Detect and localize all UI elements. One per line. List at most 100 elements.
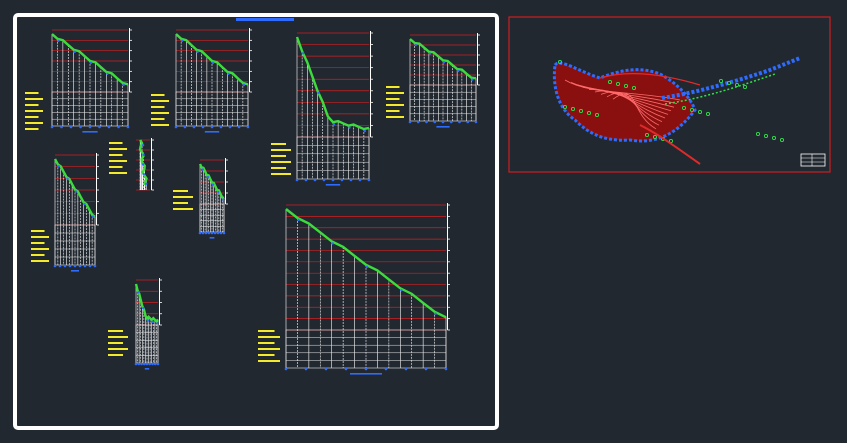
design-point <box>227 72 230 76</box>
profile-p6 <box>109 138 154 191</box>
station-marker <box>344 367 348 371</box>
label-line <box>25 92 39 94</box>
label-line <box>25 104 39 106</box>
tree-symbol <box>718 78 724 84</box>
station-marker <box>219 231 223 235</box>
station-marker <box>73 264 77 268</box>
station-marker <box>458 120 461 124</box>
station-marker <box>416 120 420 124</box>
design-point <box>363 129 367 133</box>
profile-p9 <box>108 278 162 370</box>
label-line <box>271 155 286 157</box>
label-line <box>151 124 169 126</box>
sheet-frame[interactable] <box>13 13 499 430</box>
tree-symbol <box>755 131 761 137</box>
design-point <box>91 215 95 218</box>
label-line <box>109 166 123 168</box>
station-marker <box>93 264 97 268</box>
station-marker <box>322 178 326 182</box>
station-marker <box>68 264 72 268</box>
label-line <box>108 336 128 338</box>
station-marker <box>60 125 63 129</box>
station-marker <box>408 120 412 124</box>
tree-symbol <box>771 135 777 141</box>
design-point <box>317 91 320 95</box>
label-line <box>386 92 404 94</box>
label-line <box>271 173 291 175</box>
station-marker <box>79 125 82 129</box>
design-point <box>74 190 78 193</box>
design-point <box>471 78 474 81</box>
station-marker <box>88 264 92 268</box>
label-line <box>151 100 169 102</box>
station-marker <box>134 362 138 366</box>
design-point <box>142 306 145 310</box>
scale-bar <box>82 131 98 133</box>
station-marker <box>50 125 54 129</box>
station-marker <box>201 231 205 235</box>
label-line <box>31 248 49 250</box>
label-line <box>151 94 165 96</box>
label-line <box>25 128 39 130</box>
profile-p1 <box>25 28 132 133</box>
design-point <box>141 144 145 147</box>
label-line <box>108 342 123 344</box>
station-marker <box>444 367 448 371</box>
station-marker <box>213 231 217 235</box>
scale-bar <box>209 237 215 239</box>
ground-line <box>295 36 370 131</box>
station-marker <box>358 178 362 182</box>
design-point <box>206 175 210 179</box>
design-point <box>348 126 351 129</box>
station-marker <box>466 120 470 124</box>
scale-bar <box>350 373 382 375</box>
design-point <box>145 182 148 185</box>
station-marker <box>404 367 408 371</box>
cad-model-space[interactable] <box>0 0 847 443</box>
design-point <box>297 218 300 222</box>
profile-p2 <box>151 28 252 133</box>
label-line <box>109 154 123 156</box>
label-line <box>151 118 165 120</box>
label-line <box>108 348 128 350</box>
label-line <box>258 354 275 356</box>
station-marker <box>107 125 111 129</box>
station-marker <box>142 362 146 366</box>
station-marker <box>324 367 328 371</box>
station-marker <box>449 120 453 124</box>
station-marker <box>210 125 214 129</box>
design-point <box>442 61 446 64</box>
station-marker <box>148 362 152 366</box>
station-marker <box>192 125 196 129</box>
station-marker <box>98 125 101 129</box>
design-point <box>456 69 460 73</box>
design-point <box>137 291 140 294</box>
label-line <box>151 112 169 114</box>
design-point <box>216 190 220 194</box>
label-line <box>109 142 123 144</box>
tree-symbol <box>763 133 769 139</box>
label-line <box>31 236 49 238</box>
label-line <box>258 348 280 350</box>
station-marker <box>201 125 205 129</box>
design-point <box>301 52 305 55</box>
scale-bar <box>325 184 341 186</box>
profile-p5 <box>31 153 99 272</box>
station-marker <box>117 125 120 129</box>
station-marker <box>145 362 149 366</box>
label-line <box>271 143 286 145</box>
label-line <box>108 330 123 332</box>
station-marker <box>340 178 344 182</box>
station-marker <box>237 125 241 129</box>
label-line <box>386 86 400 88</box>
station-marker <box>174 125 178 129</box>
design-point <box>242 83 246 87</box>
label-line <box>31 260 49 262</box>
station-marker <box>228 125 232 129</box>
label-line <box>258 330 275 332</box>
site-plan <box>552 56 801 165</box>
station-marker <box>304 367 308 371</box>
label-line <box>386 116 404 118</box>
profile-p3 <box>271 31 373 186</box>
station-marker <box>137 362 141 366</box>
